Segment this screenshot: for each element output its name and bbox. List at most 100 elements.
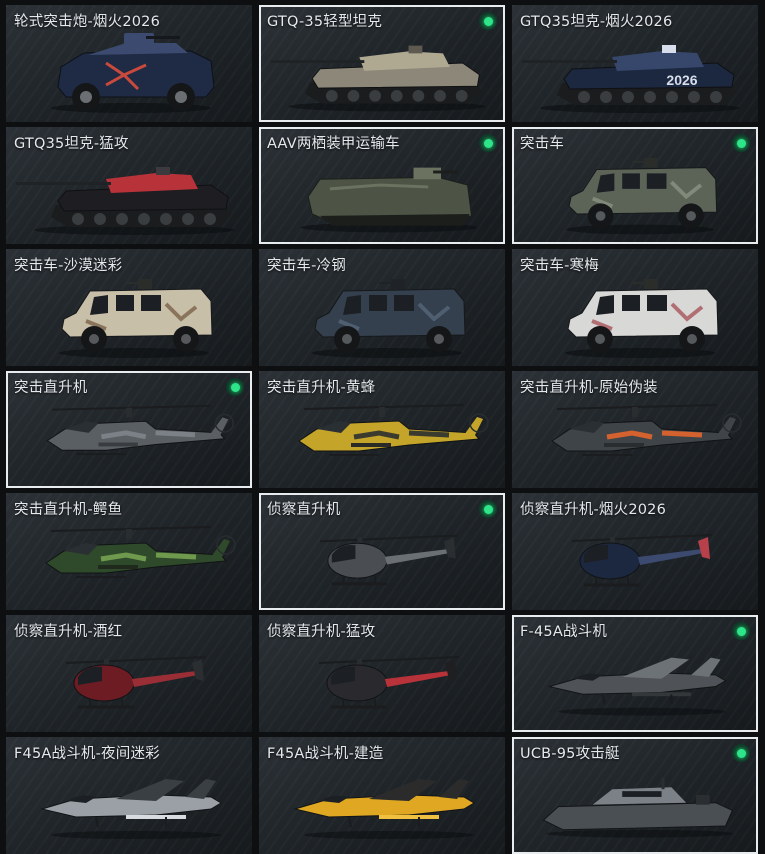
- vehicle-skin-tile[interactable]: 轮式突击炮-烟火2026: [6, 5, 252, 122]
- mrap-gun: [379, 282, 393, 284]
- road-wheel: [622, 91, 634, 103]
- vehicle-shadow: [558, 707, 726, 716]
- jet-tail: [186, 779, 216, 799]
- weapon-pylon: [604, 443, 644, 447]
- equipped-indicator-icon: [479, 500, 497, 518]
- jet-weapon: [126, 815, 186, 819]
- main-rotor: [319, 534, 458, 543]
- road-wheel: [434, 90, 446, 102]
- wheel-hub: [342, 334, 352, 344]
- landing-gear: [95, 816, 99, 828]
- road-wheel: [347, 90, 360, 102]
- vehicle-skin-name: 侦察直升机: [267, 502, 341, 518]
- vehicle-skin-tile[interactable]: 侦察直升机-酒红: [6, 615, 252, 732]
- amph-tracks: [320, 213, 470, 226]
- vehicle-skin-name: 突击车: [520, 136, 565, 152]
- tail-fin: [717, 417, 736, 439]
- rotor-mast: [126, 529, 132, 539]
- tail-boom: [132, 671, 198, 687]
- mrap-turret: [391, 279, 405, 289]
- vehicle-skin-name: 突击车-寒梅: [520, 258, 599, 274]
- road-wheel: [644, 91, 656, 103]
- equipped-indicator-icon: [479, 12, 497, 30]
- vehicle-skin-tile[interactable]: AAV两栖装甲运输车: [259, 127, 505, 244]
- vehicle-skin-tile[interactable]: 突击车-寒梅: [512, 249, 758, 366]
- vehicle-skin-name: AAV两栖装甲运输车: [267, 136, 400, 152]
- vehicle-skin-tile[interactable]: 突击车-沙漠迷彩: [6, 249, 252, 366]
- boat-mast: [661, 777, 665, 790]
- vehicle-shadow: [51, 831, 221, 839]
- tail-fin: [192, 659, 204, 681]
- wheel-hub: [434, 334, 444, 344]
- amph-gun: [433, 170, 458, 174]
- wheel-hub: [686, 211, 696, 221]
- tank-gun: [270, 60, 365, 64]
- vehicle-skin-name: GTQ35坦克-猛攻: [14, 136, 129, 152]
- vehicle-skin-name: 轮式突击炮-烟火2026: [14, 14, 161, 30]
- tail-boom: [384, 549, 450, 565]
- tail-fin: [445, 659, 457, 681]
- vehicle-skin-name: GTQ35坦克-烟火2026: [520, 14, 673, 30]
- weapon-pylon: [98, 442, 138, 447]
- mrap-turret: [643, 157, 658, 168]
- vehicle-skin-name: F45A战斗机-夜间迷彩: [14, 746, 160, 762]
- vehicle-skin-name: F45A战斗机-建造: [267, 746, 384, 762]
- tail-boom: [385, 671, 451, 687]
- road-wheel: [325, 90, 338, 102]
- boat-gun: [695, 795, 710, 805]
- wheel-hub: [181, 334, 191, 344]
- vehicle-skin-tile[interactable]: 突击直升机: [6, 371, 252, 488]
- equipped-indicator-icon: [732, 744, 750, 762]
- vehicle-skin-name: 侦察直升机-烟火2026: [520, 502, 667, 518]
- vehicle-skin-tile[interactable]: GTQ-35轻型坦克: [259, 5, 505, 122]
- vehicle-skin-tile[interactable]: 突击车: [512, 127, 758, 244]
- vehicle-skin-tile[interactable]: 突击直升机-黄蜂: [259, 371, 505, 488]
- vehicle-skin-tile[interactable]: GTQ35坦克-猛攻: [6, 127, 252, 244]
- vehicle-skin-tile[interactable]: 突击直升机-原始伪装: [512, 371, 758, 488]
- water-shadow: [546, 829, 734, 838]
- vehicle-skin-tile[interactable]: 侦察直升机-猛攻: [259, 615, 505, 732]
- wheel-hub: [595, 334, 605, 344]
- road-wheel: [94, 213, 106, 225]
- landing-gear: [601, 694, 606, 705]
- vehicle-skin-tile[interactable]: 侦察直升机-烟火2026: [512, 493, 758, 610]
- jet-weapon: [379, 815, 439, 819]
- vehicle-skin-name: 突击直升机: [14, 380, 88, 396]
- vehicle-skin-tile[interactable]: 侦察直升机: [259, 493, 505, 610]
- vehicle-skin-name: 侦察直升机-酒红: [14, 624, 123, 640]
- main-rotor: [65, 656, 207, 664]
- vehicle-skin-name: 侦察直升机-猛攻: [267, 624, 376, 640]
- wheel-hub: [595, 211, 606, 221]
- tank-sight: [662, 45, 676, 53]
- main-rotor: [571, 534, 713, 542]
- equipped-indicator-icon: [479, 134, 497, 152]
- wheel-hub: [80, 91, 92, 103]
- mrap-gun: [632, 282, 646, 284]
- vehicle-skin-name: 突击车-沙漠迷彩: [14, 258, 123, 274]
- vehicle-skin-tile[interactable]: F45A战斗机-夜间迷彩: [6, 737, 252, 854]
- mrap-gun: [632, 160, 646, 163]
- wheel-hub: [687, 334, 697, 344]
- vehicle-gun: [146, 36, 180, 39]
- vehicle-skin-tile[interactable]: 2026 GTQ35坦克-烟火2026: [512, 5, 758, 122]
- road-wheel: [204, 213, 216, 225]
- vehicle-skin-name: 突击直升机-黄蜂: [267, 380, 376, 396]
- jet-tail: [691, 657, 721, 677]
- vehicle-shadow: [304, 831, 474, 839]
- tail-fin: [211, 539, 230, 561]
- tail-fin: [209, 417, 229, 439]
- tank-sight: [156, 167, 170, 175]
- vehicle-skin-tile[interactable]: F45A战斗机-建造: [259, 737, 505, 854]
- vehicle-skin-tile[interactable]: 突击直升机-鳄鱼: [6, 493, 252, 610]
- rotor-mast: [632, 407, 638, 417]
- road-wheel: [160, 213, 172, 225]
- vehicle-skin-tile[interactable]: UCB-95攻击艇: [512, 737, 758, 854]
- road-wheel: [455, 90, 468, 102]
- road-wheel: [578, 91, 590, 103]
- vehicle-skin-name: 突击车-冷钢: [267, 258, 346, 274]
- road-wheel: [369, 90, 382, 102]
- vehicle-skin-tile[interactable]: 突击车-冷钢: [259, 249, 505, 366]
- jet-tail: [439, 779, 469, 799]
- mrap-turret: [644, 279, 658, 289]
- vehicle-skin-tile[interactable]: F-45A战斗机: [512, 615, 758, 732]
